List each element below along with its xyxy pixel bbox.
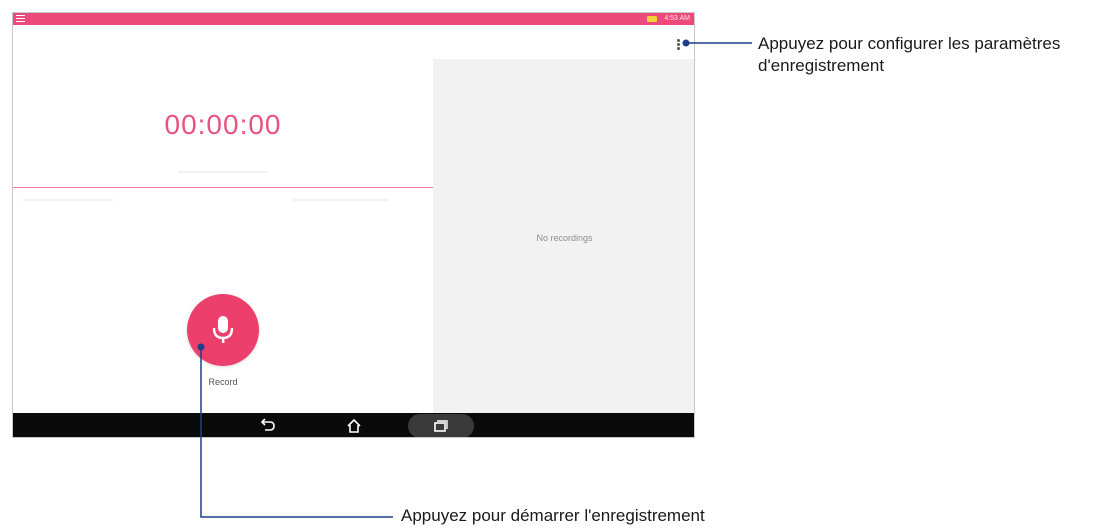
record-callout: Appuyez pour démarrer l'enregistrement bbox=[401, 506, 705, 525]
record-callout-line bbox=[200, 347, 393, 518]
settings-callout-line1: Appuyez pour configurer les paramètres bbox=[758, 34, 1061, 53]
callout-lines bbox=[197, 39, 752, 518]
settings-callout-dot bbox=[682, 39, 690, 47]
record-callout-dot bbox=[197, 343, 205, 351]
settings-callout-line2: d'enregistrement bbox=[758, 56, 885, 75]
settings-callout: Appuyez pour configurer les paramètres d… bbox=[758, 33, 1060, 77]
